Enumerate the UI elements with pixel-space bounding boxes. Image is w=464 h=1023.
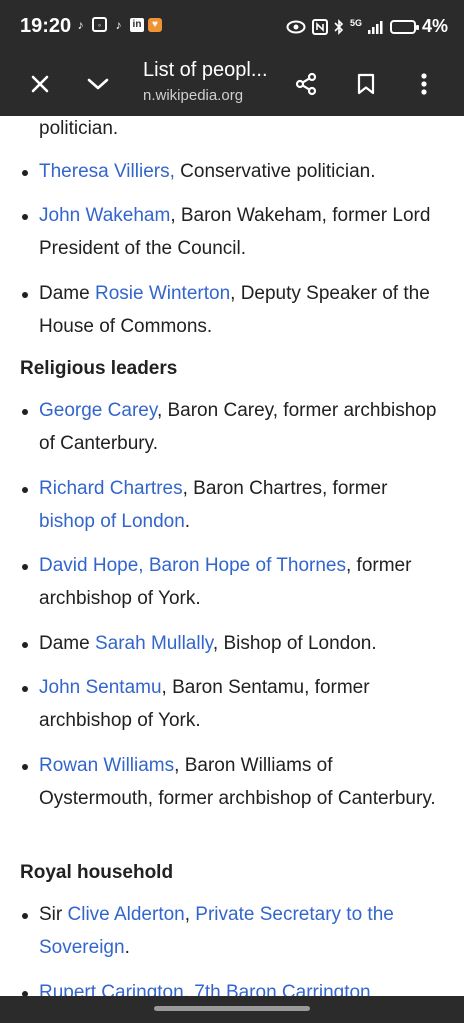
person-link[interactable]: Richard Chartres	[39, 478, 183, 499]
item-prefix: Dame	[39, 283, 95, 304]
list-item: Theresa Villiers, Conservative politicia…	[22, 156, 444, 189]
bluetooth-icon	[334, 18, 344, 35]
item-text: , Baron Chartres, former	[182, 478, 388, 499]
bullet	[22, 409, 28, 415]
signal-icon	[367, 20, 383, 34]
person-link[interactable]: Clive Alderton	[68, 904, 185, 925]
list-item: George Carey, Baron Carey, former archbi…	[22, 395, 444, 460]
bullet	[22, 292, 28, 298]
network-type: 5G	[349, 17, 362, 28]
list-item: Dame Sarah Mullally, Bishop of London.	[22, 628, 444, 661]
bullet	[22, 913, 28, 919]
bullet	[22, 764, 28, 770]
bullet	[22, 214, 28, 220]
list-item: Richard Chartres, Baron Chartres, former…	[22, 473, 444, 538]
system-icons: 5G 4%	[286, 16, 448, 37]
person-link[interactable]: David Hope, Baron Hope of Thornes	[39, 555, 346, 576]
chevron-down-icon	[87, 78, 109, 90]
person-link[interactable]: Rowan Williams	[39, 755, 174, 776]
instagram-icon: ◦	[92, 17, 107, 32]
list-item: David Hope, Baron Hope of Thornes, forme…	[22, 550, 444, 615]
person-link[interactable]: John Sentamu	[39, 677, 162, 698]
gesture-handle[interactable]	[154, 1006, 310, 1011]
status-time: 19:20	[20, 15, 72, 37]
battery-percent: 4%	[421, 16, 448, 36]
notification-icons: ♪ ◦ ♪ in ♥	[73, 17, 162, 32]
more-options-button[interactable]	[404, 64, 444, 104]
list-item: Rowan Williams, Baron Williams of Oyster…	[22, 750, 444, 815]
item-prefix: Sir	[39, 904, 68, 925]
bookmark-button[interactable]	[346, 64, 386, 104]
page-url[interactable]: n.wikipedia.org	[143, 87, 243, 104]
app-notification-icon: ♥	[148, 17, 162, 32]
page-title[interactable]: List of peopl...	[143, 59, 268, 82]
section-heading-religious: Religious leaders	[20, 358, 178, 379]
list-item: Rupert Carington, 7th Baron Carrington	[22, 977, 444, 996]
item-text: , Bishop of London.	[212, 633, 377, 654]
item-text: .	[124, 936, 130, 958]
browser-toolbar: List of peopl... n.wikipedia.org	[0, 52, 464, 116]
list-item: John Wakeham, Baron Wakeham, former Lord…	[22, 200, 444, 265]
close-button[interactable]	[20, 64, 60, 104]
tiktok-icon: ♪	[77, 17, 84, 32]
bullet	[22, 170, 28, 176]
list-item: Sir Clive Alderton, Private Secretary to…	[22, 899, 444, 964]
nfc-icon	[311, 18, 328, 35]
bullet	[22, 564, 28, 570]
item-prefix: Dame	[39, 633, 95, 654]
bookmark-icon	[357, 73, 375, 95]
more-vert-icon	[421, 73, 427, 95]
list-item: John Sentamu, Baron Sentamu, former arch…	[22, 672, 444, 737]
bullet	[22, 487, 28, 493]
list-item-fragment: politician.	[39, 118, 119, 139]
tiktok-icon: ♪	[115, 17, 122, 32]
person-link[interactable]: Rosie Winterton	[95, 283, 230, 304]
system-nav-bar	[0, 996, 464, 1023]
item-text: ,	[184, 904, 196, 925]
item-text: .	[184, 510, 191, 532]
share-icon	[295, 72, 317, 96]
linkedin-icon: in	[130, 17, 144, 32]
battery-icon	[389, 19, 419, 34]
article-content: politician. Theresa Villiers, Conservati…	[0, 116, 464, 996]
person-link[interactable]: John Wakeham	[39, 205, 170, 226]
person-link[interactable]: Sarah Mullally	[95, 633, 213, 654]
eye-icon	[286, 20, 306, 33]
item-text: Conservative politician.	[174, 161, 376, 182]
bullet	[22, 642, 28, 648]
list-item: Dame Rosie Winterton, Deputy Speaker of …	[22, 278, 444, 343]
person-link[interactable]: George Carey	[39, 400, 157, 421]
person-link[interactable]: Rupert Carington, 7th Baron Carrington	[39, 982, 371, 996]
status-bar: 19:20 ♪ ◦ ♪ in ♥ 5G 4%	[0, 0, 464, 52]
close-icon	[31, 75, 49, 93]
section-heading-royal: Royal household	[20, 862, 174, 883]
share-button[interactable]	[286, 64, 326, 104]
bullet	[22, 686, 28, 692]
person-link[interactable]: Theresa Villiers,	[39, 161, 175, 182]
office-link[interactable]: bishop of London	[39, 511, 185, 532]
collapse-button[interactable]	[78, 64, 118, 104]
